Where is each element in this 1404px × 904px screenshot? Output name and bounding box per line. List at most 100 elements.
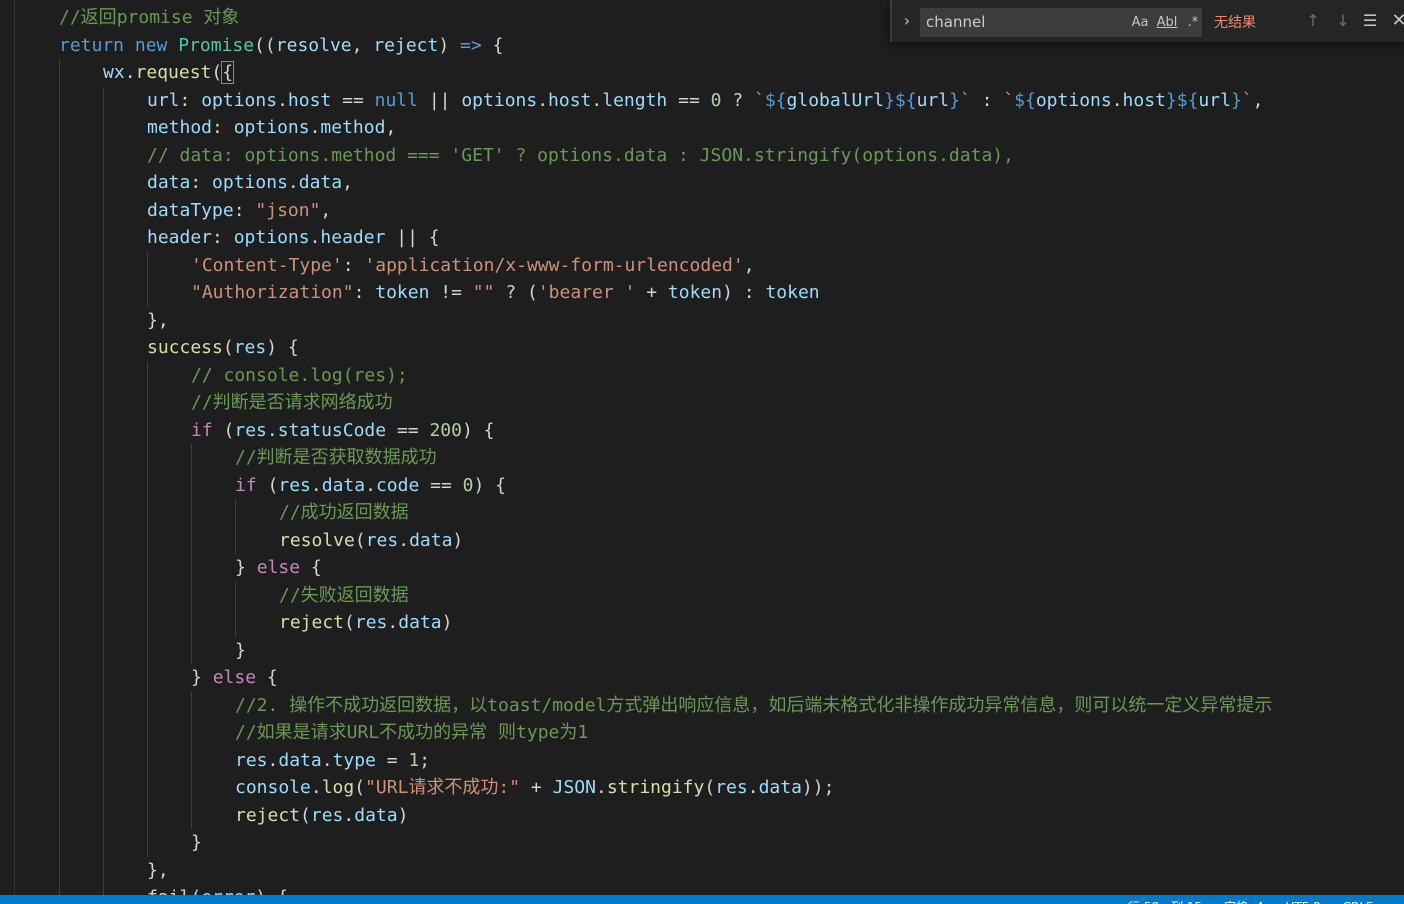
indent-guide — [191, 774, 192, 802]
code-line[interactable]: //判断是否获取数据成功 — [0, 444, 1404, 472]
code-line[interactable]: console.log("URL请求不成功:" + JSON.stringify… — [0, 774, 1404, 802]
find-result-status: 无结果 — [1214, 15, 1256, 31]
code-token: . — [387, 612, 399, 633]
close-find-icon[interactable]: ✕ — [1388, 10, 1404, 32]
code-token: => — [460, 34, 482, 56]
code-line[interactable]: data: options.data, — [0, 169, 1404, 197]
indent-guide — [191, 499, 192, 527]
indent-guide — [59, 306, 60, 334]
code-line[interactable]: //成功返回数据 — [0, 499, 1404, 527]
code-token: wx — [103, 62, 125, 83]
code-line[interactable]: // console.log(res); — [0, 361, 1404, 389]
code-token: )); — [801, 777, 835, 798]
code-line[interactable]: dataType: "json", — [0, 196, 1404, 225]
code-line[interactable]: //判断是否请求网络成功 — [0, 389, 1404, 417]
code-line-content: //返回promise 对象 — [59, 4, 239, 32]
code-token: data — [321, 474, 366, 496]
indent-guide — [59, 526, 60, 554]
code-line[interactable]: 'Content-Type': 'application/x-www-form-… — [0, 251, 1404, 279]
status-item[interactable]: UTF-8 — [1286, 900, 1321, 904]
code-token: statusCode — [277, 419, 387, 441]
code-line[interactable]: }, — [0, 306, 1404, 335]
status-item[interactable]: CRLF — [1343, 900, 1373, 904]
code-line[interactable]: if (res.statusCode == 200) { — [0, 416, 1404, 445]
code-line[interactable]: method: options.method, — [0, 114, 1404, 142]
code-token: . — [124, 62, 136, 83]
find-in-selection-icon[interactable]: ☰ — [1359, 10, 1381, 32]
code-line[interactable]: resolve(res.data) — [0, 526, 1404, 554]
next-match-arrow-down-icon[interactable]: ↓ — [1332, 10, 1354, 32]
code-token: url — [147, 89, 180, 111]
code-area[interactable]: //返回promise 对象 return new Promise((resolv… — [0, 4, 1404, 904]
indent-guide — [59, 636, 60, 664]
code-line[interactable]: //2. 操作不成功返回数据，以toast/model方式弹出响应信息，如后端未… — [0, 691, 1404, 720]
code-line[interactable]: } — [0, 829, 1404, 857]
code-line-content: //2. 操作不成功返回数据，以toast/model方式弹出响应信息，如后端未… — [235, 692, 1272, 720]
code-line-content: dataType: "json", — [147, 197, 331, 225]
code-line[interactable]: if (res.data.code == 0) { — [0, 471, 1404, 499]
code-line-content: }, — [147, 307, 169, 335]
toggle-replace-chevron-icon[interactable]: › — [898, 10, 916, 32]
code-token: reject — [373, 34, 439, 56]
code-line-content: return new Promise((resolve, reject) => … — [59, 32, 503, 60]
code-line[interactable]: } else { — [0, 554, 1404, 582]
code-token: . — [287, 172, 299, 193]
code-line[interactable]: success(res) { — [0, 334, 1404, 362]
indent-guide — [103, 526, 104, 554]
status-bar: 行 58，列 15 空格: 4 UTF-8 CRLF — [0, 895, 1404, 904]
match-whole-word-icon[interactable]: Abl — [1156, 13, 1178, 33]
code-line[interactable]: url: options.host == null || options.hos… — [0, 86, 1404, 114]
code-token: + — [520, 777, 553, 798]
code-token: ( — [222, 337, 234, 358]
code-line[interactable]: reject(res.data) — [0, 609, 1404, 637]
code-token: res — [234, 419, 267, 441]
code-token: Promise — [178, 34, 255, 56]
code-token: JSON — [552, 777, 596, 798]
previous-match-arrow-up-icon[interactable]: ↑ — [1302, 10, 1324, 32]
code-editor[interactable]: //返回promise 对象 return new Promise((resolv… — [0, 0, 1404, 904]
code-line[interactable]: "Authorization": token != "" ? ('bearer … — [0, 279, 1404, 307]
code-line-content: //成功返回数据 — [279, 499, 409, 527]
code-token: 0 — [462, 474, 474, 496]
code-token: ) : — [722, 282, 766, 303]
indent-guide — [103, 306, 104, 334]
code-token: } — [191, 667, 213, 688]
code-token: if — [235, 474, 257, 496]
indent-guide — [59, 856, 60, 884]
match-case-icon[interactable]: Aa — [1129, 13, 1151, 33]
code-line[interactable]: res.data.type = 1; — [0, 746, 1404, 774]
indent-guide — [147, 664, 148, 692]
code-token: : — [970, 89, 1004, 111]
code-token: ${ — [764, 89, 787, 111]
code-line[interactable]: wx.request({ — [0, 59, 1404, 87]
indent-guide — [59, 829, 60, 857]
indent-guide — [147, 801, 148, 829]
code-line[interactable]: // data: options.method === 'GET' ? opti… — [0, 141, 1404, 169]
code-line[interactable]: } else { — [0, 664, 1404, 692]
code-token: { — [256, 667, 278, 688]
code-token: . — [537, 89, 549, 111]
regex-icon[interactable]: .* — [1183, 13, 1203, 33]
find-input[interactable] — [926, 12, 1116, 32]
code-line-content: if (res.statusCode == 200) { — [191, 417, 495, 445]
code-token: length — [602, 89, 668, 111]
code-token: resolve — [275, 34, 352, 56]
indent-guide — [147, 581, 148, 609]
code-token: "json" — [255, 199, 321, 221]
code-line[interactable]: reject(res.data) — [0, 801, 1404, 829]
code-line-content: //判断是否请求网络成功 — [191, 389, 393, 417]
code-token: }, — [147, 309, 169, 331]
code-token: ( — [354, 529, 366, 551]
code-line[interactable]: }, — [0, 856, 1404, 884]
code-line[interactable]: //如果是请求URL不成功的异常 则type为1 — [0, 719, 1404, 747]
code-line[interactable]: //失败返回数据 — [0, 581, 1404, 609]
indent-guide — [59, 389, 60, 417]
code-token: . — [310, 777, 322, 798]
code-token: 1 — [408, 749, 420, 771]
code-line[interactable]: } — [0, 636, 1404, 664]
code-line[interactable]: header: options.header || { — [0, 224, 1404, 252]
status-item[interactable]: 行 58，列 15 — [1128, 900, 1202, 904]
code-token: ) — [397, 804, 409, 826]
code-token: 'Content-Type' — [191, 254, 343, 276]
status-item[interactable]: 空格: 4 — [1224, 900, 1264, 904]
